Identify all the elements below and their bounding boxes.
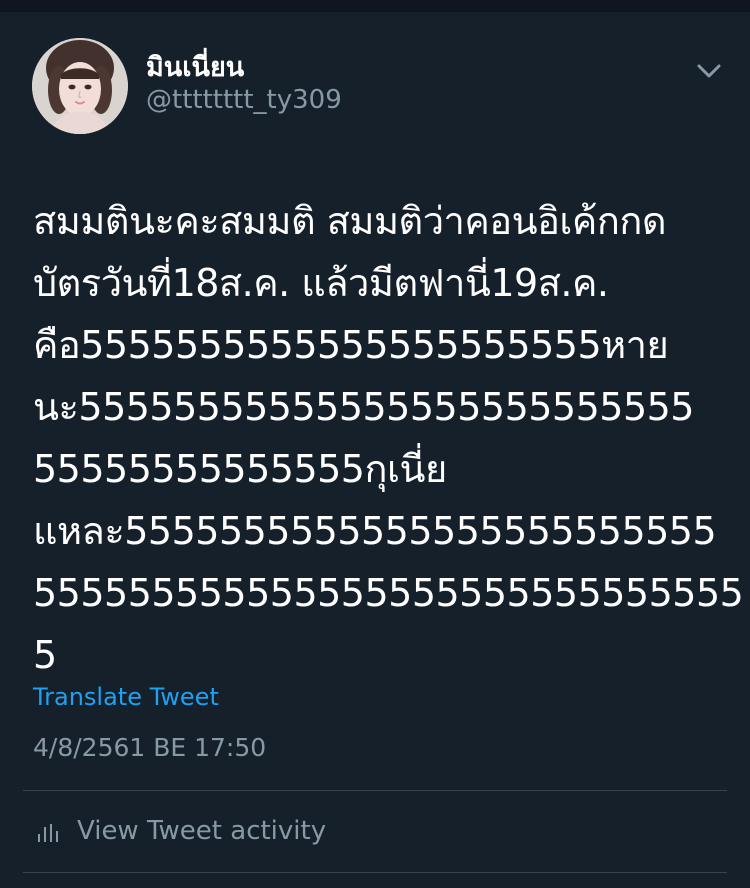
tweet-timestamp[interactable]: 4/8/2561 BE 17:50 [33,730,266,766]
avatar[interactable] [32,38,128,134]
bar-chart-icon [36,820,60,844]
tweet-header: มินเนี่ยน @tttttttt_ty309 [0,0,750,150]
view-tweet-activity-button[interactable]: View Tweet activity [23,792,727,870]
view-tweet-activity-label: View Tweet activity [77,814,326,848]
tweet-body: สมมตินะคะสมมติ สมมติว่าคอนอิเค้กกด บัตรว… [33,190,723,686]
tweet-text-line: 55555555555555กุเนี่ย [33,438,723,500]
tweet-text-line: นะ55555555555555555555555555 [33,376,723,438]
tweet-text-line: 5 [33,624,723,686]
tweet-text-line: คือ5555555555555555555555หาย [33,314,723,376]
tweet-text-line: 555555555555555555555555555555 [33,562,723,624]
divider [23,790,727,791]
divider [23,872,727,873]
chevron-down-icon[interactable] [694,58,724,84]
username-handle[interactable]: @tttttttt_ty309 [146,84,342,116]
display-name[interactable]: มินเนี่ยน [146,52,244,84]
profile-photo-icon [32,38,128,134]
translate-tweet-link[interactable]: Translate Tweet [33,680,219,714]
tweet-text-line: บัตรวันที่18ส.ค. แล้วมีตฟานี่19ส.ค. [33,252,723,314]
tweet-text-line: สมมตินะคะสมมติ สมมติว่าคอนอิเค้กกด [33,190,723,252]
tweet-text-line: แหละ5555555555555555555555555 [33,500,723,562]
